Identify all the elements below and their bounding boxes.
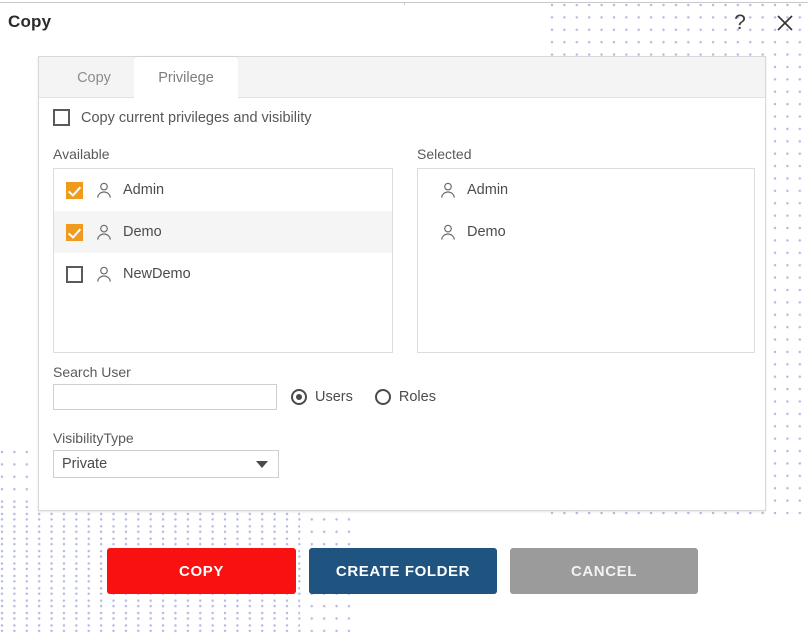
radio-users-label: Users [315, 389, 353, 405]
cancel-button[interactable]: CANCEL [510, 548, 698, 594]
user-icon [441, 224, 455, 240]
user-icon [97, 224, 111, 240]
radio-roles[interactable]: Roles [374, 389, 436, 405]
user-icon [441, 182, 455, 198]
dialog-footer: COPY CREATE FOLDER CANCEL [0, 546, 808, 596]
tab-copy[interactable]: Copy [48, 57, 140, 98]
radio-roles-label: Roles [398, 389, 436, 405]
radio-roles-dot [374, 389, 391, 405]
tab-copy-label: Copy [77, 69, 111, 86]
close-icon[interactable] [772, 10, 798, 36]
copy-privileges-checkbox-row[interactable]: Copy current privileges and visibility [53, 109, 312, 126]
panel-body: Copy current privileges and visibility A… [39, 98, 765, 510]
list-item[interactable]: Admin [418, 169, 754, 211]
search-user-label: Search User [53, 364, 131, 380]
dialog-root: Copy ? Copy Privilege Copy current privi… [0, 0, 808, 634]
create-folder-button[interactable]: CREATE FOLDER [309, 548, 497, 594]
tab-privilege[interactable]: Privilege [134, 57, 238, 99]
visibility-type-value: Private [62, 456, 108, 472]
visibility-type-select[interactable]: Private [53, 450, 279, 478]
window-top-divider-tick [404, 2, 405, 5]
list-item-label: Admin [123, 182, 165, 198]
list-item-label: NewDemo [123, 266, 191, 282]
list-item[interactable]: Demo [54, 211, 392, 253]
list-item-label: Admin [467, 182, 509, 198]
page-title: Copy [8, 12, 52, 31]
copy-privileges-checkbox-label: Copy current privileges and visibility [81, 109, 312, 126]
scope-radio-group: Users Roles [291, 384, 436, 410]
available-list-header: Available [53, 146, 110, 162]
list-item-checkbox[interactable] [66, 181, 83, 199]
copy-privileges-checkbox[interactable] [53, 109, 70, 126]
user-icon [97, 266, 111, 282]
list-item-label: Demo [467, 224, 506, 240]
selected-list[interactable]: Admin Demo [417, 168, 755, 353]
tab-privilege-label: Privilege [158, 70, 214, 86]
chevron-down-icon [256, 460, 268, 468]
radio-users-dot [291, 389, 307, 405]
list-item[interactable]: Admin [54, 169, 392, 211]
tab-bar: Copy Privilege [39, 57, 765, 99]
window-top-divider [0, 2, 808, 5]
radio-users[interactable]: Users [291, 389, 353, 405]
list-item[interactable]: Demo [418, 211, 754, 253]
list-item[interactable]: NewDemo [54, 253, 392, 295]
list-item-label: Demo [123, 224, 162, 240]
list-item-checkbox[interactable] [66, 223, 83, 241]
help-icon[interactable]: ? [727, 10, 753, 36]
selected-list-header: Selected [417, 146, 472, 162]
available-list[interactable]: Admin Demo NewDemo [53, 168, 393, 353]
copy-button[interactable]: COPY [107, 548, 296, 594]
user-icon [97, 182, 111, 198]
visibility-type-label: VisibilityType [53, 430, 134, 446]
search-input[interactable] [53, 384, 277, 410]
privilege-panel: Copy Privilege Copy current privileges a… [38, 56, 766, 511]
list-item-checkbox[interactable] [66, 265, 83, 283]
